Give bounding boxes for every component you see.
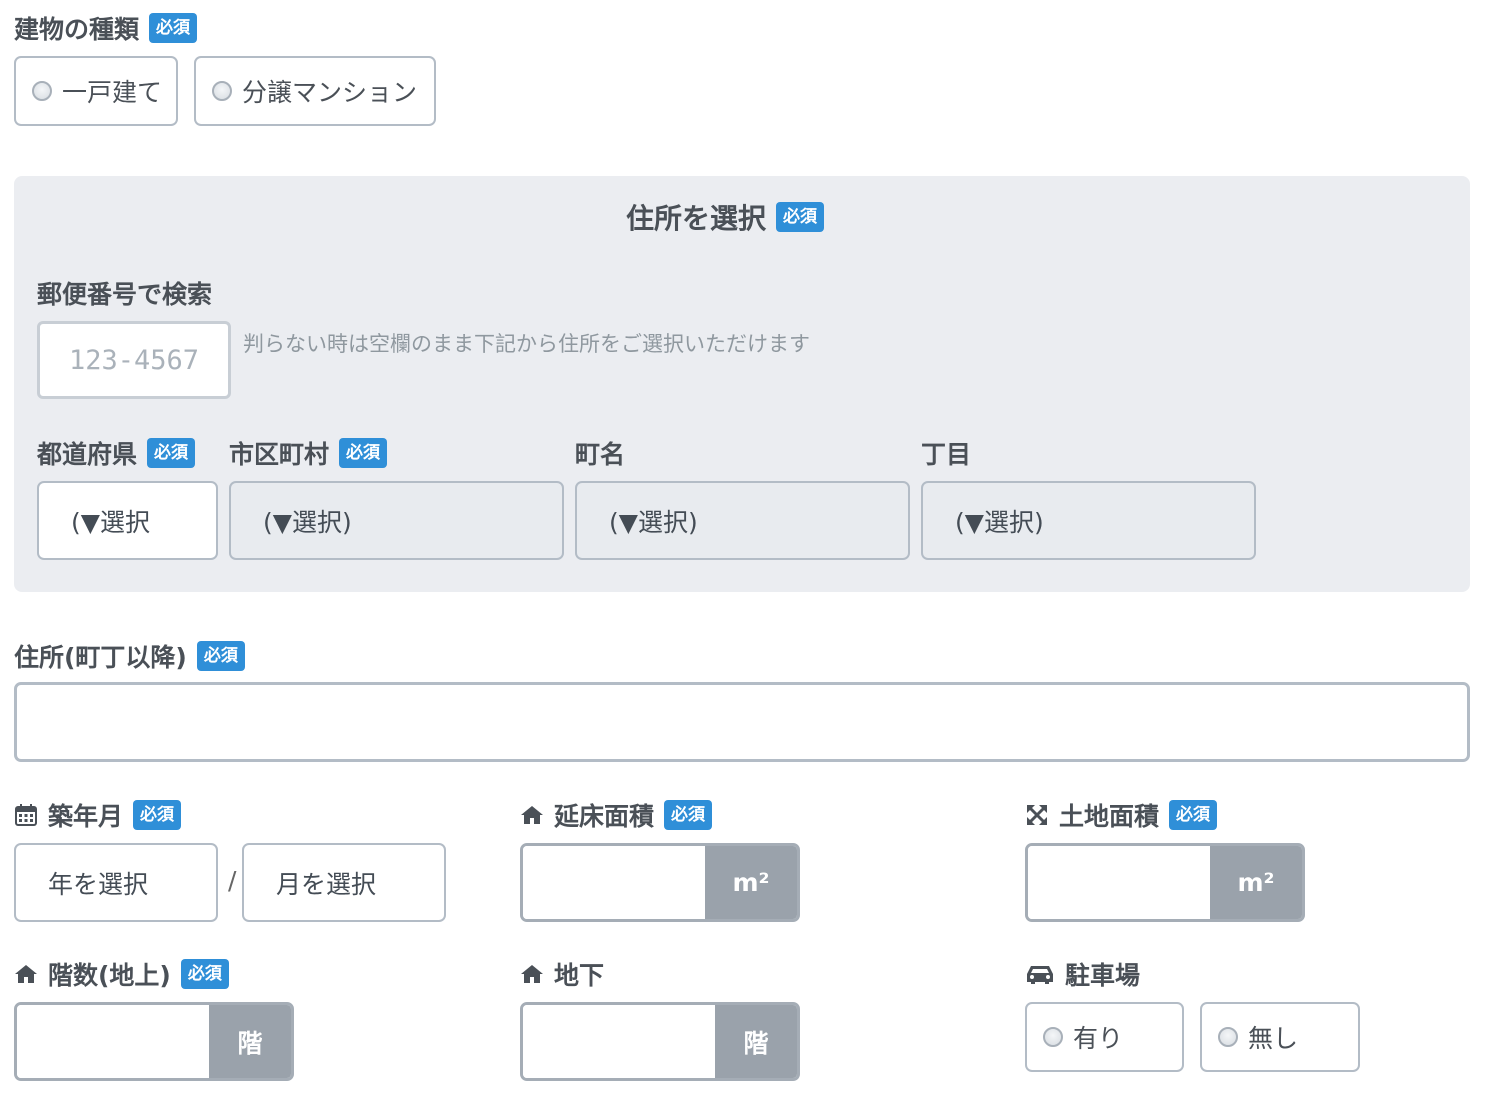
postal-hint: 判らない時は空欄のまま下記から住所をご選択いただけます bbox=[243, 332, 810, 356]
required-badge: 必須 bbox=[149, 13, 198, 43]
prefecture-select[interactable]: (▼選択 bbox=[37, 481, 218, 560]
address-detail-label: 住所(町丁以降) 必須 bbox=[14, 638, 245, 674]
floor-area-unit: m² bbox=[705, 846, 797, 919]
required-badge: 必須 bbox=[147, 438, 196, 468]
home-icon bbox=[521, 965, 543, 983]
radio-parking-yes[interactable]: 有り bbox=[1025, 1002, 1184, 1072]
floors-above-input-group: 階 bbox=[14, 1002, 294, 1081]
floor-area-input-group: m² bbox=[520, 843, 800, 922]
floors-below-input[interactable] bbox=[523, 1005, 715, 1078]
floors-above-input[interactable] bbox=[17, 1005, 209, 1078]
built-year-select[interactable]: 年を選択 bbox=[14, 843, 218, 922]
address-detail-input[interactable] bbox=[14, 682, 1470, 762]
land-area-label: 土地面積 必須 bbox=[1025, 797, 1218, 833]
floors-above-label: 階数(地上) 必須 bbox=[14, 956, 229, 992]
date-separator: / bbox=[228, 866, 237, 895]
required-badge: 必須 bbox=[664, 800, 713, 830]
floors-below-input-group: 階 bbox=[520, 1002, 800, 1081]
radio-detached-house[interactable]: 一戸建て bbox=[14, 56, 178, 126]
calendar-icon bbox=[15, 804, 37, 826]
land-area-input[interactable] bbox=[1028, 846, 1210, 919]
radio-circle-icon[interactable] bbox=[1043, 1027, 1063, 1047]
floor-area-input[interactable] bbox=[523, 846, 705, 919]
land-area-unit: m² bbox=[1210, 846, 1302, 919]
floors-above-unit: 階 bbox=[209, 1005, 291, 1078]
radio-parking-no[interactable]: 無し bbox=[1200, 1002, 1360, 1072]
prefecture-label: 都道府県 必須 bbox=[37, 435, 196, 471]
radio-circle-icon[interactable] bbox=[32, 81, 52, 101]
required-badge: 必須 bbox=[339, 438, 388, 468]
car-icon bbox=[1027, 966, 1053, 984]
city-select[interactable]: (▼選択) bbox=[229, 481, 564, 560]
postal-search-label: 郵便番号で検索 bbox=[37, 280, 213, 309]
built-date-label: 築年月 必須 bbox=[14, 797, 182, 833]
home-icon bbox=[15, 965, 37, 983]
required-badge: 必須 bbox=[776, 202, 825, 232]
floor-area-label: 延床面積 必須 bbox=[520, 797, 713, 833]
required-badge: 必須 bbox=[196, 641, 245, 671]
radio-circle-icon[interactable] bbox=[212, 81, 232, 101]
built-month-select[interactable]: 月を選択 bbox=[242, 843, 446, 922]
town-label: 町名 bbox=[575, 440, 626, 469]
floors-below-label: 地下 bbox=[520, 956, 604, 992]
address-select-title: 住所を選択 必須 bbox=[626, 197, 825, 237]
city-label: 市区町村 必須 bbox=[229, 435, 388, 471]
radio-circle-icon[interactable] bbox=[1218, 1027, 1238, 1047]
required-badge: 必須 bbox=[180, 959, 229, 989]
floors-below-unit: 階 bbox=[715, 1005, 797, 1078]
town-select[interactable]: (▼選択) bbox=[575, 481, 910, 560]
expand-arrows-icon bbox=[1027, 805, 1047, 825]
radio-condominium[interactable]: 分譲マンション bbox=[194, 56, 436, 126]
parking-label: 駐車場 bbox=[1025, 956, 1140, 992]
postal-code-input[interactable] bbox=[37, 321, 231, 399]
required-badge: 必須 bbox=[133, 800, 182, 830]
chome-select[interactable]: (▼選択) bbox=[921, 481, 1256, 560]
building-type-label: 建物の種類 必須 bbox=[14, 10, 198, 46]
home-icon bbox=[521, 806, 543, 824]
chome-label: 丁目 bbox=[921, 440, 972, 469]
land-area-input-group: m² bbox=[1025, 843, 1305, 922]
required-badge: 必須 bbox=[1169, 800, 1218, 830]
